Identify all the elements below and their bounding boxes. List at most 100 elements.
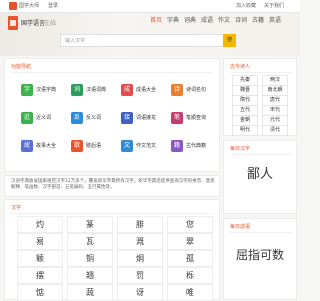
hanzi-cell[interactable]: 灼 bbox=[17, 216, 63, 233]
tool-item[interactable]: 字汉语字典 bbox=[21, 83, 69, 97]
tool-label: 古代典籍 bbox=[186, 143, 207, 149]
hanzi-char: 灼 bbox=[36, 220, 44, 229]
hanzi-cell[interactable]: 腓 bbox=[117, 216, 163, 233]
nav-home[interactable]: 首页 bbox=[150, 16, 162, 26]
tool-item[interactable]: 文作文范文 bbox=[121, 139, 169, 153]
hanzi-cell[interactable]: 铜 bbox=[67, 250, 113, 267]
tools-title: 功能导航 bbox=[11, 64, 32, 70]
login-link[interactable]: 登录 bbox=[48, 2, 58, 10]
hanzi-cell[interactable]: 孤 bbox=[167, 250, 213, 267]
hanzi-cell[interactable]: 您 bbox=[167, 216, 213, 233]
tool-item[interactable]: 反反义词 bbox=[71, 111, 119, 125]
hanzi-char: 唯 bbox=[186, 288, 194, 297]
search-input[interactable] bbox=[63, 35, 227, 46]
poet-era-label: 唐代 bbox=[269, 97, 280, 103]
tool-item[interactable]: 接词语接龙 bbox=[121, 111, 169, 125]
daily-char-value[interactable]: 鄙人 bbox=[224, 161, 296, 189]
tool-label: 笔顺查询 bbox=[186, 115, 207, 121]
tool-label: 汉语字典 bbox=[36, 87, 57, 93]
hanzi-cell[interactable]: 炯 bbox=[117, 250, 163, 267]
hanzi-char: 讶 bbox=[136, 288, 144, 297]
divider bbox=[11, 213, 213, 214]
hanzi-cell[interactable]: 唯 bbox=[167, 284, 213, 301]
tool-icon-glyph: 近 bbox=[23, 114, 30, 121]
daily-idiom-value[interactable]: 屈指可数 bbox=[224, 241, 296, 269]
tool-icon: 笔 bbox=[171, 112, 183, 124]
hanzi-cell[interactable]: 罚 bbox=[117, 267, 163, 284]
hanzi-cell[interactable]: 翘 bbox=[67, 267, 113, 284]
hanzi-char: 颖 bbox=[36, 254, 44, 263]
search-button[interactable]: 搜 bbox=[223, 34, 236, 47]
hanzi-cell[interactable]: 栎 bbox=[167, 267, 213, 284]
tool-icon: 文 bbox=[121, 140, 133, 152]
tool-label: 反义词 bbox=[86, 115, 102, 121]
hanzi-cell[interactable]: 易 bbox=[17, 233, 63, 250]
hanzi-cell[interactable]: 讶 bbox=[117, 284, 163, 301]
hanzi-cell[interactable]: 摆 bbox=[17, 267, 63, 284]
hanzi-cell[interactable]: 溉 bbox=[117, 233, 163, 250]
hanzi-cell[interactable]: 瓦 bbox=[67, 233, 113, 250]
hanzi-cell[interactable]: 篆 bbox=[67, 216, 113, 233]
daily-char-panel: 每日汉字 鄙人 bbox=[223, 140, 297, 214]
hanzi-cell[interactable]: 颖 bbox=[17, 250, 63, 267]
top-bar: 国学大师 登录 加入收藏 关于我们 bbox=[0, 0, 300, 13]
nav-shici[interactable]: 诗词 bbox=[235, 16, 247, 26]
poet-era-label: 先秦 bbox=[239, 77, 250, 83]
tool-item[interactable]: 籍古代典籍 bbox=[171, 139, 219, 153]
tool-icon: 接 bbox=[121, 112, 133, 124]
hanzi-title: 汉字 bbox=[11, 205, 22, 211]
nav-chengyu[interactable]: 成语 bbox=[201, 16, 213, 26]
hanzi-char: 腓 bbox=[136, 220, 144, 229]
tool-icon: 歇 bbox=[71, 140, 83, 152]
tool-item[interactable]: 词汉语词典 bbox=[71, 83, 119, 97]
poet-era-item[interactable]: 清代 bbox=[262, 125, 288, 136]
bookmark-link[interactable]: 加入收藏 bbox=[236, 2, 256, 10]
hanzi-char: 溉 bbox=[136, 237, 144, 246]
tool-icon-glyph: 词 bbox=[73, 86, 80, 93]
nav-zuowen[interactable]: 作文 bbox=[218, 16, 230, 26]
hanzi-char: 易 bbox=[36, 237, 44, 246]
poets-panel: 古今诗人 先秦 两汉 魏晋 南北朝 隋代 唐代 五代 宋代 金朝 元代 明代 清代 bbox=[223, 58, 297, 136]
intro-text: 汉语字典收录国家规范汉字12万多个，覆盖新华字典所有汉字。新华字典还提供查询汉字… bbox=[11, 179, 215, 190]
poet-era-item[interactable]: 明代 bbox=[232, 125, 258, 136]
hanzi-char: 栎 bbox=[186, 271, 194, 280]
hanzi-cell[interactable]: 翠 bbox=[167, 233, 213, 250]
nav-zidian[interactable]: 字典 bbox=[167, 16, 179, 26]
daily-idiom-title: 每日成语 bbox=[230, 224, 251, 230]
brand-logo-icon[interactable] bbox=[8, 16, 18, 30]
divider bbox=[230, 154, 292, 155]
tool-item[interactable]: 近近义词 bbox=[21, 111, 69, 125]
search-button-label: 搜 bbox=[226, 37, 232, 43]
tool-icon-glyph: 文 bbox=[123, 142, 130, 149]
hanzi-cell[interactable]: 蔬 bbox=[67, 284, 113, 301]
about-link[interactable]: 关于我们 bbox=[264, 2, 284, 10]
tool-icon-glyph: 诗 bbox=[173, 86, 180, 93]
poet-era-label: 宋代 bbox=[269, 107, 280, 113]
hanzi-char: 铜 bbox=[86, 254, 94, 263]
nav-guji[interactable]: 古籍 bbox=[252, 16, 264, 26]
poet-era-label: 金朝 bbox=[239, 117, 250, 123]
tool-icon: 近 bbox=[21, 112, 33, 124]
tool-icon: 诗 bbox=[171, 84, 183, 96]
tool-label: 词语接龙 bbox=[136, 115, 157, 121]
hanzi-char: 翠 bbox=[186, 237, 194, 246]
tool-item[interactable]: 故故事大全 bbox=[21, 139, 69, 153]
site-logo-icon[interactable] bbox=[9, 2, 17, 10]
hanzi-char: 翘 bbox=[86, 271, 94, 280]
tool-label: 诗词名句 bbox=[186, 87, 207, 93]
tool-item[interactable]: 歇歇后语 bbox=[71, 139, 119, 153]
tool-label: 作文范文 bbox=[136, 143, 157, 149]
tool-item[interactable]: 成成语大全 bbox=[121, 83, 169, 97]
hanzi-cell[interactable]: 惦 bbox=[17, 284, 63, 301]
hanzi-panel: 汉字 灼 篆 腓 您易 瓦 溉 翠颖 铜 炯 孤摆 翘 罚 栎惦 蔬 讶 唯 bbox=[4, 199, 220, 301]
brand-name[interactable]: 国学语言 bbox=[21, 18, 45, 27]
nav-english[interactable]: 英语 bbox=[269, 16, 281, 26]
nav-cidian[interactable]: 词典 bbox=[184, 16, 196, 26]
poet-era-label: 五代 bbox=[239, 107, 250, 113]
top-site-name[interactable]: 国学大师 bbox=[19, 2, 39, 10]
divider bbox=[230, 232, 292, 233]
tool-item[interactable]: 诗诗词名句 bbox=[171, 83, 219, 97]
tool-icon: 词 bbox=[71, 84, 83, 96]
tool-item[interactable]: 笔笔顺查询 bbox=[171, 111, 219, 125]
hanzi-char: 炯 bbox=[136, 254, 144, 263]
